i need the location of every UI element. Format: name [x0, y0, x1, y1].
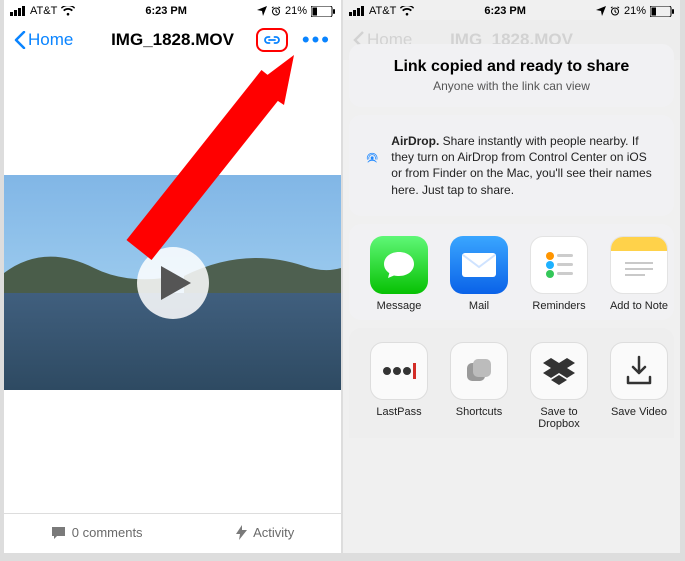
dropbox-icon: [542, 356, 576, 386]
alarm-icon: [271, 6, 281, 16]
reminders-icon: [539, 245, 579, 285]
comments-button[interactable]: 0 comments: [51, 525, 143, 540]
action-savevideo-label: Save Video: [599, 406, 674, 418]
action-shortcuts[interactable]: Shortcuts: [439, 342, 519, 430]
lastpass-icon: [381, 361, 417, 381]
play-button[interactable]: [137, 247, 209, 319]
share-app-row[interactable]: Message Mail Reminders Add to Note: [349, 224, 674, 320]
right-phone-screen: AT&T 6:23 PM 21% Home IMG_1828.MOV 0 com…: [343, 0, 680, 553]
back-label: Home: [28, 30, 73, 50]
wifi-icon: [61, 6, 75, 16]
share-action-row[interactable]: LastPass Shortcuts Save to Dropbox Save …: [349, 328, 674, 438]
battery-icon: [311, 6, 335, 17]
carrier-label: AT&T: [30, 5, 57, 17]
share-header-title: Link copied and ready to share: [365, 58, 658, 76]
bottom-toolbar: 0 comments Activity: [4, 513, 341, 551]
shortcuts-icon: [462, 354, 496, 388]
share-message-label: Message: [359, 300, 439, 312]
nav-bar: Home IMG_1828.MOV •••: [4, 20, 341, 60]
download-icon: [624, 355, 654, 387]
share-notes-label: Add to Note: [599, 300, 674, 312]
action-dropbox[interactable]: Save to Dropbox: [519, 342, 599, 430]
link-icon: [262, 32, 282, 48]
clock-label: 6:23 PM: [145, 5, 187, 17]
play-icon: [161, 266, 191, 300]
share-sheet: Link copied and ready to share Anyone wi…: [349, 44, 674, 553]
left-phone-screen: AT&T 6:23 PM 21% Home IMG_1828.MOV •••: [4, 0, 341, 553]
location-icon: [257, 6, 267, 16]
action-shortcuts-label: Shortcuts: [439, 406, 519, 418]
airdrop-bold: AirDrop.: [391, 134, 439, 148]
share-header-card: Link copied and ready to share Anyone wi…: [349, 44, 674, 107]
action-lastpass-label: LastPass: [359, 406, 439, 418]
comment-icon: [51, 526, 66, 540]
status-bar: AT&T 6:23 PM 21%: [4, 0, 341, 20]
share-reminders-label: Reminders: [519, 300, 599, 312]
action-savevideo[interactable]: Save Video: [599, 342, 674, 430]
share-notes[interactable]: Add to Note: [599, 236, 674, 312]
page-title: IMG_1828.MOV: [111, 30, 234, 50]
signal-icon: [10, 6, 26, 16]
comments-label: 0 comments: [72, 525, 143, 540]
airdrop-icon: [365, 133, 379, 181]
activity-label: Activity: [253, 525, 294, 540]
chevron-left-icon: [14, 31, 26, 49]
activity-button[interactable]: Activity: [236, 525, 294, 540]
action-dropbox-label: Save to Dropbox: [519, 406, 599, 430]
back-button[interactable]: Home: [14, 30, 73, 50]
battery-pct: 21%: [285, 5, 307, 17]
mail-icon: [461, 252, 497, 278]
airdrop-card[interactable]: AirDrop. Share instantly with people nea…: [349, 115, 674, 216]
message-icon: [382, 250, 416, 280]
video-thumbnail[interactable]: [4, 175, 341, 390]
share-mail[interactable]: Mail: [439, 236, 519, 312]
bolt-icon: [236, 525, 247, 540]
airdrop-text: AirDrop. Share instantly with people nea…: [391, 133, 658, 198]
share-message[interactable]: Message: [359, 236, 439, 312]
action-lastpass[interactable]: LastPass: [359, 342, 439, 430]
notes-icon: [619, 258, 659, 284]
share-header-subtitle: Anyone with the link can view: [365, 79, 658, 93]
more-button[interactable]: •••: [302, 36, 331, 44]
share-reminders[interactable]: Reminders: [519, 236, 599, 312]
share-mail-label: Mail: [439, 300, 519, 312]
copy-link-button[interactable]: [256, 28, 288, 52]
